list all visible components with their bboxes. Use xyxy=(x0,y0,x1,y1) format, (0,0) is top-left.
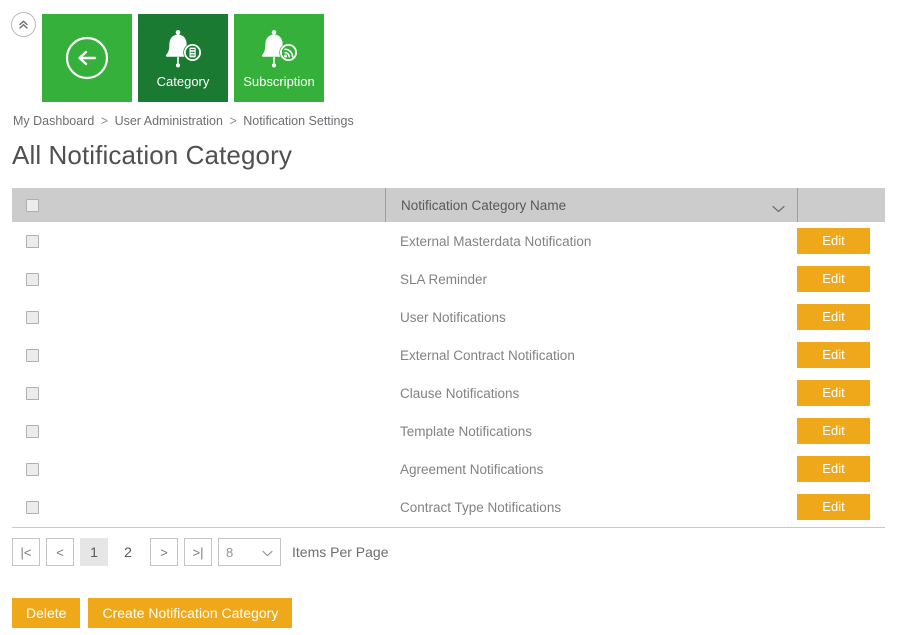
breadcrumb-item-user-administration[interactable]: User Administration xyxy=(115,114,223,128)
bell-list-icon xyxy=(158,27,208,71)
row-checkbox[interactable] xyxy=(26,349,39,362)
row-select-cell xyxy=(12,298,385,336)
row-name-cell: External Contract Notification xyxy=(385,336,797,374)
items-per-page-select[interactable]: 8 xyxy=(218,538,281,566)
row-action-cell: Edit xyxy=(797,336,885,374)
row-action-cell: Edit xyxy=(797,260,885,298)
row-name-label: User Notifications xyxy=(400,310,506,325)
pagination-page-1[interactable]: 1 xyxy=(80,538,108,566)
footer-action-bar: Delete Create Notification Category xyxy=(12,598,292,628)
items-per-page-value: 8 xyxy=(226,545,233,560)
grid-header-action-cell xyxy=(797,188,885,222)
table-row: SLA Reminder Edit xyxy=(12,260,885,298)
row-name-label: Template Notifications xyxy=(400,424,532,439)
row-name-label: Clause Notifications xyxy=(400,386,519,401)
row-select-cell xyxy=(12,450,385,488)
tile-subscription-label: Subscription xyxy=(243,75,315,89)
table-row: Contract Type Notifications Edit xyxy=(12,488,885,526)
table-row: User Notifications Edit xyxy=(12,298,885,336)
row-checkbox[interactable] xyxy=(26,425,39,438)
grid-bottom-divider xyxy=(12,527,885,528)
grid-header-row: Notification Category Name xyxy=(12,188,885,222)
row-name-cell: Clause Notifications xyxy=(385,374,797,412)
tile-back[interactable] xyxy=(42,14,132,102)
delete-button[interactable]: Delete xyxy=(12,598,80,628)
page-title: All Notification Category xyxy=(12,140,292,171)
row-name-cell: Template Notifications xyxy=(385,412,797,450)
row-name-label: External Contract Notification xyxy=(400,348,575,363)
select-all-checkbox[interactable] xyxy=(26,199,39,212)
edit-button[interactable]: Edit xyxy=(797,342,870,368)
edit-button[interactable]: Edit xyxy=(797,418,870,444)
create-notification-category-button[interactable]: Create Notification Category xyxy=(88,598,292,628)
double-chevron-up-icon xyxy=(17,18,30,31)
row-name-label: External Masterdata Notification xyxy=(400,234,591,249)
row-select-cell xyxy=(12,488,385,526)
items-per-page-label: Items Per Page xyxy=(292,544,389,560)
row-action-cell: Edit xyxy=(797,450,885,488)
row-checkbox[interactable] xyxy=(26,235,39,248)
bell-rss-icon xyxy=(254,27,304,71)
row-checkbox[interactable] xyxy=(26,311,39,324)
collapse-toolbar-button[interactable] xyxy=(11,12,36,37)
pagination-first-button[interactable]: |< xyxy=(12,538,40,566)
grid-header-name-cell[interactable]: Notification Category Name xyxy=(385,188,797,222)
tile-category-label: Category xyxy=(157,75,210,89)
row-action-cell: Edit xyxy=(797,412,885,450)
table-row: External Contract Notification Edit xyxy=(12,336,885,374)
table-row: Agreement Notifications Edit xyxy=(12,450,885,488)
row-name-cell: External Masterdata Notification xyxy=(385,222,797,260)
edit-button[interactable]: Edit xyxy=(797,456,870,482)
breadcrumb-separator: > xyxy=(229,114,236,128)
notification-category-grid: Notification Category Name External Mast… xyxy=(12,188,885,528)
table-row: Clause Notifications Edit xyxy=(12,374,885,412)
pagination-next-button[interactable]: > xyxy=(150,538,178,566)
pagination-bar: |< < 1 2 > >| 8 Items Per Page xyxy=(12,538,389,566)
breadcrumb-separator: > xyxy=(101,114,108,128)
pagination-last-button[interactable]: >| xyxy=(184,538,212,566)
edit-button[interactable]: Edit xyxy=(797,266,870,292)
row-name-cell: Contract Type Notifications xyxy=(385,488,797,526)
row-select-cell xyxy=(12,260,385,298)
top-toolbar: Category Subscription xyxy=(0,0,897,112)
row-checkbox[interactable] xyxy=(26,387,39,400)
row-action-cell: Edit xyxy=(797,222,885,260)
edit-button[interactable]: Edit xyxy=(797,304,870,330)
edit-button[interactable]: Edit xyxy=(797,494,870,520)
chevron-down-icon xyxy=(262,545,273,560)
row-checkbox[interactable] xyxy=(26,463,39,476)
breadcrumb-item-dashboard[interactable]: My Dashboard xyxy=(13,114,94,128)
row-name-cell: SLA Reminder xyxy=(385,260,797,298)
row-select-cell xyxy=(12,412,385,450)
row-select-cell xyxy=(12,374,385,412)
grid-header-select-cell xyxy=(12,188,385,222)
tile-subscription[interactable]: Subscription xyxy=(234,14,324,102)
row-name-label: Agreement Notifications xyxy=(400,462,543,477)
tile-group: Category Subscription xyxy=(42,14,324,102)
row-select-cell xyxy=(12,336,385,374)
grid-body: External Masterdata NotificationEditSLA … xyxy=(12,222,885,526)
pagination-page-2[interactable]: 2 xyxy=(114,538,142,566)
pagination-prev-button[interactable]: < xyxy=(46,538,74,566)
table-row: External Masterdata Notification Edit xyxy=(12,222,885,260)
row-name-label: Contract Type Notifications xyxy=(400,500,561,515)
row-select-cell xyxy=(12,222,385,260)
row-name-cell: Agreement Notifications xyxy=(385,450,797,488)
breadcrumb-item-notification-settings[interactable]: Notification Settings xyxy=(243,114,353,128)
row-name-label: SLA Reminder xyxy=(400,272,487,287)
row-name-cell: User Notifications xyxy=(385,298,797,336)
grid-header-name-label: Notification Category Name xyxy=(401,198,566,213)
edit-button[interactable]: Edit xyxy=(797,228,870,254)
table-row: Template Notifications Edit xyxy=(12,412,885,450)
breadcrumb: My Dashboard > User Administration > Not… xyxy=(13,114,354,128)
edit-button[interactable]: Edit xyxy=(797,380,870,406)
chevron-down-icon[interactable] xyxy=(772,201,785,209)
back-arrow-circle-icon xyxy=(63,34,111,82)
row-action-cell: Edit xyxy=(797,488,885,526)
row-action-cell: Edit xyxy=(797,298,885,336)
row-action-cell: Edit xyxy=(797,374,885,412)
tile-category[interactable]: Category xyxy=(138,14,228,102)
row-checkbox[interactable] xyxy=(26,501,39,514)
row-checkbox[interactable] xyxy=(26,273,39,286)
